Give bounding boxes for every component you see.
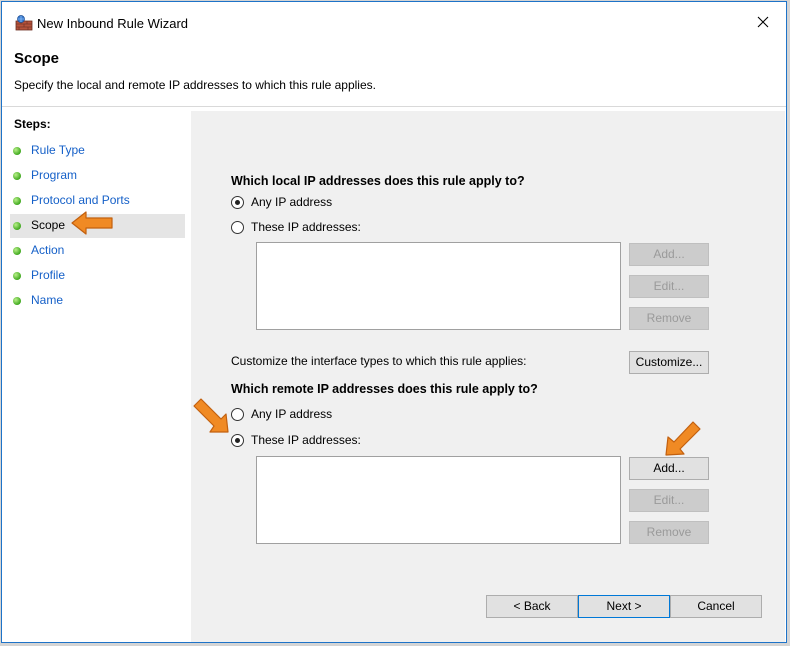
cancel-button[interactable]: Cancel — [670, 595, 762, 618]
remote-edit-button[interactable]: Edit... — [629, 489, 709, 512]
local-any-ip-radio[interactable]: Any IP address — [231, 193, 332, 211]
green-dot-icon — [13, 272, 21, 280]
step-action[interactable]: Action — [10, 239, 185, 263]
radio-label: Any IP address — [251, 407, 333, 421]
radio-label: These IP addresses: — [251, 433, 361, 447]
step-label: Program — [31, 168, 78, 182]
orange-arrow-icon — [665, 421, 701, 456]
step-label: Action — [31, 243, 65, 257]
remote-ip-question: Which remote IP addresses does this rule… — [231, 382, 538, 396]
step-name[interactable]: Name — [10, 289, 185, 313]
local-add-button[interactable]: Add... — [629, 243, 709, 266]
step-label: Protocol and Ports — [31, 193, 130, 207]
green-dot-icon — [13, 247, 21, 255]
scope-panel: Which local IP addresses does this rule … — [191, 111, 785, 642]
step-label: Rule Type — [31, 143, 85, 157]
page-subtitle: Specify the local and remote IP addresse… — [14, 78, 376, 92]
remote-remove-button[interactable]: Remove — [629, 521, 709, 544]
back-button[interactable]: < Back — [486, 595, 578, 618]
radio-unchecked[interactable] — [231, 220, 244, 234]
step-program[interactable]: Program — [10, 164, 185, 188]
customize-button[interactable]: Customize... — [629, 351, 709, 374]
remote-add-button[interactable]: Add... — [629, 457, 709, 480]
green-dot-icon — [13, 297, 21, 305]
customize-label: Customize the interface types to which t… — [231, 354, 527, 368]
titlebar: New Inbound Rule Wizard — [2, 2, 786, 42]
local-ip-list[interactable] — [256, 242, 621, 330]
green-dot-icon — [13, 197, 21, 205]
wizard-window: New Inbound Rule Wizard Scope Specify th… — [1, 1, 787, 643]
steps-heading: Steps: — [14, 117, 51, 131]
radio-label: These IP addresses: — [251, 220, 361, 234]
green-dot-icon — [13, 147, 21, 155]
close-icon — [757, 16, 769, 28]
window-title: New Inbound Rule Wizard — [37, 16, 189, 31]
remote-ip-list[interactable] — [256, 456, 621, 544]
local-edit-button[interactable]: Edit... — [629, 275, 709, 298]
local-these-ip-radio[interactable]: These IP addresses: — [231, 218, 361, 236]
local-remove-button[interactable]: Remove — [629, 307, 709, 330]
next-button[interactable]: Next > — [578, 595, 670, 618]
radio-unchecked[interactable] — [231, 407, 244, 421]
page-header: Scope Specify the local and remote IP ad… — [2, 42, 786, 107]
step-rule-type[interactable]: Rule Type — [10, 139, 185, 163]
remote-these-ip-radio[interactable]: These IP addresses: — [231, 431, 361, 449]
page-title: Scope — [14, 50, 60, 67]
green-dot-icon — [13, 222, 21, 230]
radio-label: Any IP address — [251, 195, 333, 209]
step-label: Scope — [31, 218, 66, 232]
radio-checked[interactable] — [231, 195, 244, 209]
local-ip-question: Which local IP addresses does this rule … — [231, 174, 525, 188]
step-label: Name — [31, 293, 64, 307]
green-dot-icon — [13, 172, 21, 180]
remote-any-ip-radio[interactable]: Any IP address — [231, 405, 332, 423]
radio-checked[interactable] — [231, 433, 244, 447]
orange-arrow-icon — [71, 211, 113, 235]
firewall-icon — [15, 15, 33, 31]
orange-arrow-icon — [193, 398, 229, 433]
close-button[interactable] — [740, 2, 786, 42]
steps-sidebar: Steps: Rule Type Program Protocol and Po… — [10, 111, 188, 642]
step-profile[interactable]: Profile — [10, 264, 185, 288]
step-label: Profile — [31, 268, 66, 282]
